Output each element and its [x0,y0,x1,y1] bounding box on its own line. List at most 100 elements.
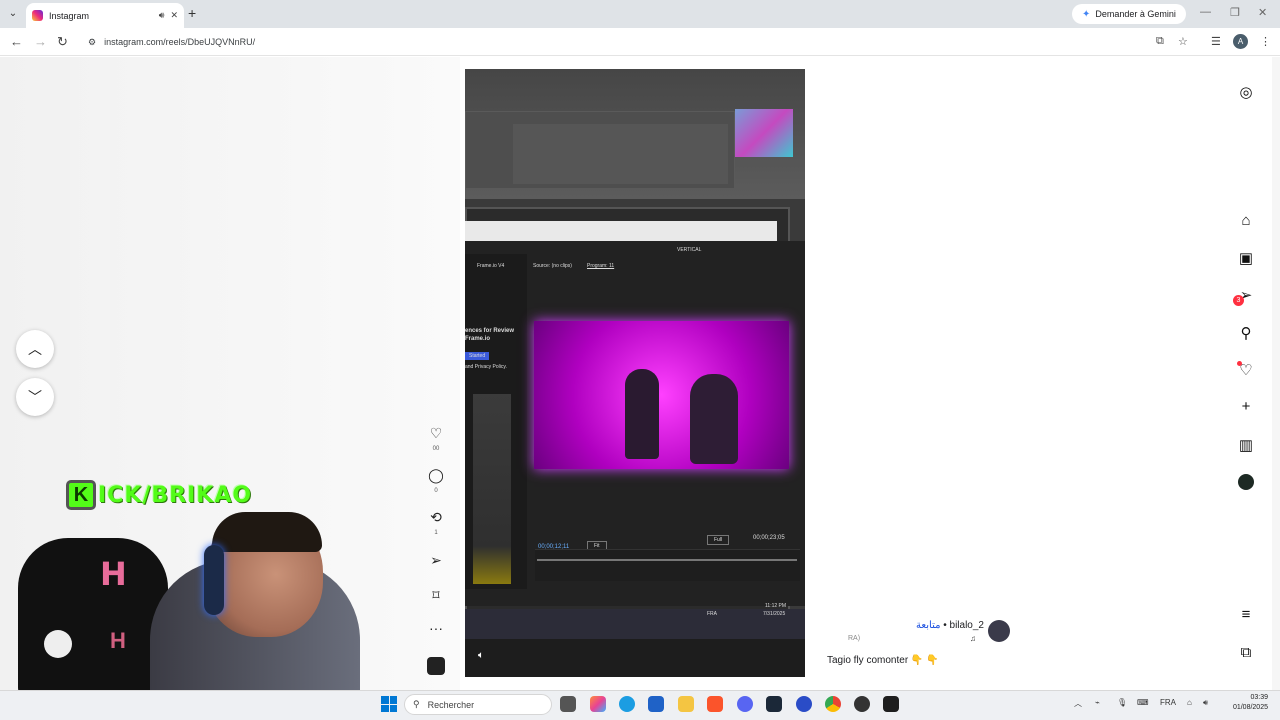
profile-nav-avatar[interactable] [1238,474,1254,490]
tray-chevron-icon[interactable]: ︿ [1074,698,1082,709]
audio-thumbnail[interactable] [427,657,445,675]
previous-reel-button[interactable]: ︿ [16,330,54,368]
windows-taskbar [0,690,1280,720]
store-icon[interactable] [648,696,664,712]
taskbar-language[interactable]: FRA [1160,698,1176,707]
reload-icon[interactable]: ↻ [57,34,68,50]
kick-overlay: K ICK/BRIKAO [66,480,252,510]
minimize-icon[interactable]: — [1200,6,1211,18]
chevron-up-icon: ︿ [28,341,42,357]
reels-icon[interactable]: ▣ [1236,249,1256,267]
video-date: 7/31/2025 [763,611,786,617]
forward-icon[interactable]: → [34,34,47,49]
obs-icon[interactable] [854,696,870,712]
tab-title: Instagram [49,10,90,21]
address-bar[interactable]: ⚙ instagram.com/reels/DbeUJQVNnRU/ [80,31,1200,53]
video-time: 11:12 PM [765,603,787,609]
brave-icon[interactable] [707,696,723,712]
laptop-titlebar [465,221,777,241]
reel-video[interactable]: Frame.io V4 Source: (no clips) Program: … [465,69,805,677]
more-icon[interactable]: ≡ [1236,606,1256,623]
taskbar-search-icon: ⚲ [413,699,420,709]
microphone-icon[interactable]: 🎙︎ [1117,698,1127,707]
follow-button[interactable]: متابعة [916,620,940,631]
kick-channel-text: ICK/BRIKAO [98,482,253,508]
comment-count: 0 [434,488,438,494]
streaming-app-icon[interactable] [883,696,899,712]
close-tab-icon[interactable]: ✕ [170,10,178,21]
headset [204,545,224,615]
network-icon[interactable]: ⌂ [1187,698,1192,707]
kick-logo-icon: K [66,480,96,510]
taskbar-search-placeholder: Rechercher [427,699,475,710]
search-icon[interactable]: ⚲ [1236,324,1256,342]
discord-icon[interactable] [737,696,753,712]
taskbar-search-box[interactable]: ⚲ Rechercher [404,694,552,715]
file-explorer-icon[interactable] [678,696,694,712]
instagram-icon[interactable]: ◎ [1236,83,1256,101]
bookmark-star-icon[interactable]: ☆ [1178,35,1188,48]
share-send-icon[interactable]: ➢ [426,552,446,569]
close-window-icon[interactable]: ✕ [1258,6,1267,19]
ea-app-icon[interactable] [796,696,812,712]
edge-icon[interactable] [619,696,635,712]
video-left-header: Frame.io V4 [477,263,505,269]
gemini-button[interactable]: ✦ Demander à Gemini [1072,4,1186,24]
site-info-icon[interactable]: ⚙ [88,37,96,48]
home-icon[interactable]: ⌂ [1236,212,1256,229]
like-heart-icon[interactable]: ♡ [426,425,446,442]
menu-kebab-icon[interactable]: ⋮ [1260,35,1271,48]
chair-logo-lower: H [110,628,126,653]
profile-avatar[interactable]: A [1233,34,1248,49]
create-icon[interactable]: + [1236,398,1256,415]
taskbar-clock[interactable]: 03:39 01/08/2025 [1222,693,1268,713]
install-app-icon[interactable]: ⧉ [1156,35,1164,48]
copilot-icon[interactable] [590,696,606,712]
creator-username[interactable]: bilalo_2 [950,620,984,631]
music-note-icon[interactable]: ♫ [970,634,976,643]
dashboard-icon[interactable]: ▥ [1236,436,1256,454]
repost-icon[interactable]: ⟲ [426,509,446,526]
task-view-icon[interactable] [560,696,576,712]
next-reel-button[interactable]: ﹀ [16,378,54,416]
like-count: 00 [432,446,440,452]
keyboard-icon[interactable]: ⌨ [1137,698,1149,707]
volume-icon[interactable]: 🔈︎ [478,650,484,661]
steam-icon[interactable] [766,696,782,712]
reading-list-icon[interactable]: ☰ [1211,35,1221,48]
volume-tray-icon[interactable]: 🔊︎ [1203,698,1208,708]
back-icon[interactable]: ← [10,34,23,49]
network-off-icon[interactable]: ⌁ [1095,698,1100,707]
video-lang: FRA [707,611,717,617]
video-playhead-track [537,559,797,561]
new-tab-button[interactable]: + [188,5,196,21]
chair-emblem [44,630,72,658]
restore-icon[interactable]: ❐ [1230,6,1240,19]
also-from-meta-icon[interactable]: ⧉ [1236,644,1256,661]
comment-bubble-icon[interactable]: ◯ [426,467,446,484]
video-timecode-right: 00;00;23;05 [753,535,785,541]
monitor-panel-inner [513,124,728,184]
video-source-tab: Source: (no clips) [533,263,572,269]
notifications-dot [1237,361,1242,366]
gemini-label: Demander à Gemini [1095,9,1176,19]
creator-line: متابعة • bilalo_2 [880,620,984,631]
page-scrollbar[interactable] [1272,57,1280,697]
video-timeline [535,549,800,581]
url-text: instagram.com/reels/DbeUJQVNnRU/ [104,37,256,47]
video-vertical-label: VERTICAL [677,247,702,253]
monitor-thumbnail [735,109,793,157]
save-bookmark-icon[interactable]: ⌑ [426,587,446,604]
creator-avatar[interactable] [988,620,1010,642]
video-started: Started [465,352,490,360]
audio-meter [473,394,511,584]
browser-tab[interactable]: Instagram 🔊︎ ✕ [26,3,184,28]
speaker-icon[interactable]: 🔊︎ [159,10,165,21]
more-options-icon[interactable]: ··· [426,620,446,636]
reel-caption: Tagio fly comonter 👇 👇 [827,655,939,666]
windows-start-icon[interactable] [381,696,397,712]
video-person-seated [690,374,738,464]
chrome-icon[interactable] [825,696,841,712]
video-bottom-strip [465,639,805,677]
tab-search-button[interactable]: ⌄ [4,5,22,23]
